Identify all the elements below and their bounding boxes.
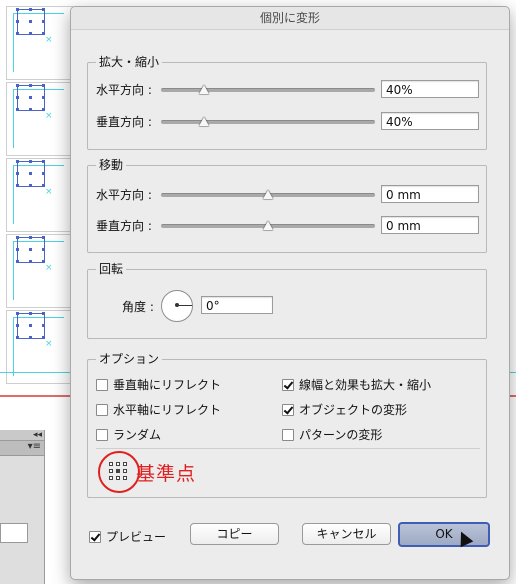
preview-option[interactable]: プレビュー bbox=[89, 528, 166, 545]
move-horizontal-field[interactable]: 0 mm bbox=[381, 185, 479, 203]
transform-each-dialog: 個別に変形 拡大・縮小 水平方向 : 40% 垂直方向 : 40% 移動 水平方… bbox=[70, 6, 510, 580]
random-option[interactable]: ランダム bbox=[96, 426, 161, 443]
reflect-vertical-checkbox[interactable] bbox=[96, 378, 108, 391]
reflect-horizontal-option[interactable]: 水平軸にリフレクト bbox=[96, 401, 221, 418]
rotate-angle-field[interactable]: 0° bbox=[201, 296, 273, 314]
panel-input[interactable] bbox=[0, 523, 28, 543]
options-divider bbox=[96, 448, 480, 449]
transform-patterns-label: パターンの変形 bbox=[299, 428, 383, 442]
random-label: ランダム bbox=[113, 428, 162, 442]
transform-objects-label: オブジェクトの変形 bbox=[299, 403, 408, 417]
artwork-cell: × bbox=[6, 158, 73, 232]
refpt-top-center[interactable] bbox=[116, 462, 120, 466]
refpt-bottom-right[interactable] bbox=[123, 476, 127, 480]
dial-hand-icon bbox=[177, 305, 192, 306]
move-horizontal-slider[interactable] bbox=[161, 190, 375, 199]
refpt-middle-right[interactable] bbox=[123, 469, 127, 473]
selected-object[interactable] bbox=[16, 8, 45, 35]
scale-strokes-checkbox[interactable] bbox=[282, 378, 294, 391]
artwork-cell: × bbox=[6, 6, 73, 80]
move-vertical-field[interactable]: 0 mm bbox=[381, 216, 479, 234]
reflect-horizontal-checkbox[interactable] bbox=[96, 403, 108, 416]
scale-vertical-slider[interactable] bbox=[161, 117, 375, 126]
scale-strokes-option[interactable]: 線幅と効果も拡大・縮小 bbox=[282, 376, 431, 393]
selected-object[interactable] bbox=[16, 236, 45, 263]
reference-point-locator[interactable] bbox=[98, 451, 140, 493]
transform-objects-checkbox[interactable] bbox=[282, 403, 294, 416]
scale-horizontal-slider[interactable] bbox=[161, 85, 375, 94]
slider-thumb-icon[interactable] bbox=[198, 85, 209, 94]
selected-object[interactable] bbox=[16, 312, 45, 339]
background-panel: ◂◂ ▾≡ bbox=[0, 430, 45, 584]
scale-vertical-label: 垂直方向 : bbox=[96, 115, 152, 129]
angle-dial[interactable] bbox=[161, 290, 193, 322]
artwork-cell: × bbox=[6, 234, 73, 308]
panel-titlebar: ◂◂ bbox=[0, 430, 44, 441]
transform-objects-option[interactable]: オブジェクトの変形 bbox=[282, 401, 407, 418]
copy-button[interactable]: コピー bbox=[190, 523, 279, 545]
slider-thumb-icon[interactable] bbox=[198, 117, 209, 126]
move-group: 移動 水平方向 : 0 mm 垂直方向 : 0 mm bbox=[87, 157, 487, 253]
panel-menu-icon[interactable]: ▾≡ bbox=[28, 441, 41, 452]
preview-label: プレビュー bbox=[106, 530, 167, 544]
scale-legend: 拡大・縮小 bbox=[96, 54, 163, 70]
dialog-title: 個別に変形 bbox=[71, 7, 509, 30]
refpt-bottom-center[interactable] bbox=[116, 476, 120, 480]
artwork-cell: × bbox=[6, 82, 73, 156]
rotate-angle-label: 角度 : bbox=[122, 300, 154, 314]
reference-point-grid-icon[interactable] bbox=[109, 462, 127, 480]
refpt-middle-left[interactable] bbox=[109, 469, 113, 473]
ok-button[interactable]: OK bbox=[398, 522, 490, 547]
rotate-legend: 回転 bbox=[96, 261, 127, 277]
move-vertical-label: 垂直方向 : bbox=[96, 219, 152, 233]
scale-strokes-label: 線幅と効果も拡大・縮小 bbox=[299, 378, 432, 392]
transform-patterns-option[interactable]: パターンの変形 bbox=[282, 426, 382, 443]
move-legend: 移動 bbox=[96, 157, 127, 173]
cancel-button[interactable]: キャンセル bbox=[302, 523, 391, 545]
refpt-center[interactable] bbox=[116, 469, 120, 473]
dial-center-icon bbox=[175, 303, 179, 307]
collapse-icon[interactable]: ◂◂ bbox=[33, 430, 42, 440]
reference-point-annotation: 基準点 bbox=[136, 463, 197, 485]
reflect-vertical-option[interactable]: 垂直軸にリフレクト bbox=[96, 376, 221, 393]
move-horizontal-label: 水平方向 : bbox=[96, 188, 152, 202]
scale-horizontal-field[interactable]: 40% bbox=[381, 80, 479, 98]
scale-horizontal-label: 水平方向 : bbox=[96, 83, 152, 97]
move-vertical-slider[interactable] bbox=[161, 221, 375, 230]
refpt-top-left[interactable] bbox=[109, 462, 113, 466]
panel-tabbar: ▾≡ bbox=[0, 441, 44, 456]
transform-patterns-checkbox[interactable] bbox=[282, 428, 294, 441]
preview-checkbox[interactable] bbox=[89, 530, 101, 543]
rotate-group: 回転 角度 : 0° bbox=[87, 261, 487, 339]
refpt-bottom-left[interactable] bbox=[109, 476, 113, 480]
reflect-vertical-label: 垂直軸にリフレクト bbox=[113, 378, 222, 392]
slider-thumb-icon[interactable] bbox=[263, 190, 273, 199]
selected-object[interactable] bbox=[16, 160, 45, 187]
reflect-horizontal-label: 水平軸にリフレクト bbox=[113, 403, 222, 417]
selected-object[interactable] bbox=[16, 84, 45, 111]
scale-vertical-field[interactable]: 40% bbox=[381, 112, 479, 130]
random-checkbox[interactable] bbox=[96, 428, 108, 441]
options-legend: オプション bbox=[96, 351, 163, 367]
refpt-top-right[interactable] bbox=[123, 462, 127, 466]
scale-group: 拡大・縮小 水平方向 : 40% 垂直方向 : 40% bbox=[87, 54, 487, 150]
options-group: オプション 垂直軸にリフレクト 水平軸にリフレクト ランダム 線幅と効果も拡大・… bbox=[87, 351, 487, 498]
slider-thumb-icon[interactable] bbox=[263, 221, 273, 230]
